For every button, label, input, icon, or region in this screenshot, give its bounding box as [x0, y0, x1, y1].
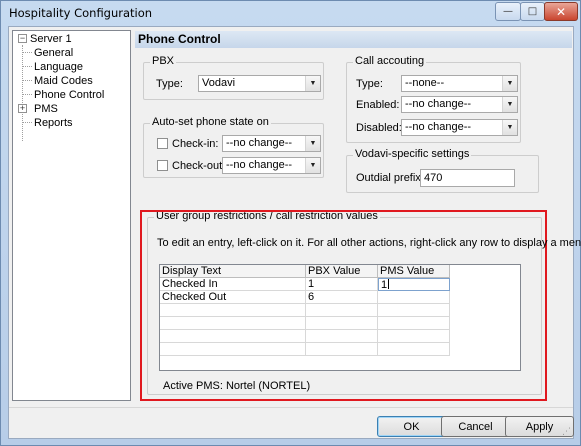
tree-line [22, 122, 32, 123]
collapse-icon[interactable]: − [18, 34, 27, 43]
table-cell[interactable] [378, 317, 450, 330]
table-cell[interactable] [306, 330, 378, 343]
tree-line [22, 94, 32, 95]
column-header-pbx-value[interactable]: PBX Value [306, 265, 378, 278]
panel-title: Phone Control [135, 31, 572, 48]
text-caret [388, 279, 390, 289]
table-cell-edit-value: 1 [381, 279, 388, 291]
main-window: Hospitality Configuration — □ ✕ − Server… [0, 0, 581, 446]
call-accounting-type-select[interactable]: --none-- ▼ [401, 75, 518, 92]
chevron-down-icon: ▼ [502, 120, 517, 135]
tree-line [22, 45, 23, 141]
checkout-label: Check-out: [172, 160, 226, 172]
table-cell[interactable]: Checked In [160, 278, 306, 291]
pbx-type-label: Type: [156, 78, 183, 90]
enabled-label: Enabled: [356, 99, 400, 111]
table-cell[interactable]: 6 [306, 291, 378, 304]
pbx-type-select[interactable]: Vodavi ▼ [198, 75, 321, 92]
chevron-down-icon: ▼ [305, 136, 320, 151]
window-title: Hospitality Configuration [9, 6, 153, 20]
client-area: − Server 1 General Language Maid Codes P… [8, 26, 581, 439]
tree-line [22, 80, 32, 81]
table-cell[interactable] [160, 304, 306, 317]
pbx-legend: PBX [150, 55, 177, 67]
tree-item-server-1[interactable]: Server 1 [30, 32, 72, 46]
active-pms-label: Active PMS: Nortel (NORTEL) [163, 380, 311, 392]
table-cell[interactable] [378, 343, 450, 356]
outdial-prefix-label: Outdial prefix: [356, 172, 424, 184]
auto-set-legend: Auto-set phone state on [150, 116, 271, 128]
cancel-button[interactable]: Cancel [441, 416, 510, 437]
resize-grip-icon[interactable]: ⋰ [562, 427, 572, 437]
checkout-select[interactable]: --no change-- ▼ [222, 157, 321, 174]
call-accounting-legend: Call accouting [353, 55, 427, 67]
table-cell[interactable] [378, 304, 450, 317]
outdial-prefix-input[interactable]: 470 [420, 169, 515, 187]
title-bar[interactable]: Hospitality Configuration — □ ✕ [1, 1, 580, 25]
table-cell[interactable] [306, 304, 378, 317]
tree-item-language[interactable]: Language [34, 60, 83, 74]
expand-icon[interactable]: + [18, 104, 27, 113]
checkin-select[interactable]: --no change-- ▼ [222, 135, 321, 152]
chevron-down-icon: ▼ [305, 76, 320, 91]
tree-item-pms[interactable]: PMS [34, 102, 58, 116]
table-cell[interactable] [306, 317, 378, 330]
checkin-checkbox[interactable] [157, 138, 168, 149]
minimize-button[interactable]: — [495, 2, 521, 21]
call-accounting-type-label: Type: [356, 78, 383, 90]
tree-item-reports[interactable]: Reports [34, 116, 73, 130]
ok-button[interactable]: OK [377, 416, 446, 437]
restrictions-instructions: To edit an entry, left-click on it. For … [157, 237, 581, 249]
close-button[interactable]: ✕ [544, 2, 578, 21]
column-header-pms-value[interactable]: PMS Value [378, 265, 450, 278]
disabled-value: --no change-- [405, 121, 472, 133]
enabled-value: --no change-- [405, 98, 472, 110]
button-separator [9, 407, 573, 408]
call-accounting-type-value: --none-- [405, 77, 445, 89]
tree-item-maid-codes[interactable]: Maid Codes [34, 74, 93, 88]
table-cell[interactable] [160, 317, 306, 330]
table-cell[interactable] [378, 330, 450, 343]
tree-line [22, 66, 32, 67]
tree-item-general[interactable]: General [34, 46, 73, 60]
table-cell-editor[interactable]: 1 [378, 278, 450, 291]
table-cell[interactable]: Checked Out [160, 291, 306, 304]
vodavi-legend: Vodavi-specific settings [353, 148, 472, 160]
table-cell[interactable] [160, 330, 306, 343]
checkin-value: --no change-- [226, 137, 293, 149]
table-cell[interactable] [378, 291, 450, 304]
maximize-button[interactable]: □ [520, 2, 545, 21]
checkin-label: Check-in: [172, 138, 219, 150]
enabled-select[interactable]: --no change-- ▼ [401, 96, 518, 113]
chevron-down-icon: ▼ [305, 158, 320, 173]
pbx-type-value: Vodavi [202, 77, 236, 89]
tree-line [22, 52, 32, 53]
chevron-down-icon: ▼ [502, 76, 517, 91]
disabled-select[interactable]: --no change-- ▼ [401, 119, 518, 136]
table-cell[interactable] [306, 343, 378, 356]
table-cell[interactable]: 1 [306, 278, 378, 291]
checkout-checkbox[interactable] [157, 160, 168, 171]
navigation-tree[interactable]: − Server 1 General Language Maid Codes P… [12, 30, 131, 401]
tree-item-phone-control[interactable]: Phone Control [34, 88, 105, 102]
table-cell[interactable] [160, 343, 306, 356]
column-header-display-text[interactable]: Display Text [160, 265, 306, 278]
restrictions-table[interactable]: Display Text PBX Value PMS Value Checked… [159, 264, 521, 371]
checkout-value: --no change-- [226, 159, 293, 171]
disabled-label: Disabled: [356, 122, 402, 134]
chevron-down-icon: ▼ [502, 97, 517, 112]
